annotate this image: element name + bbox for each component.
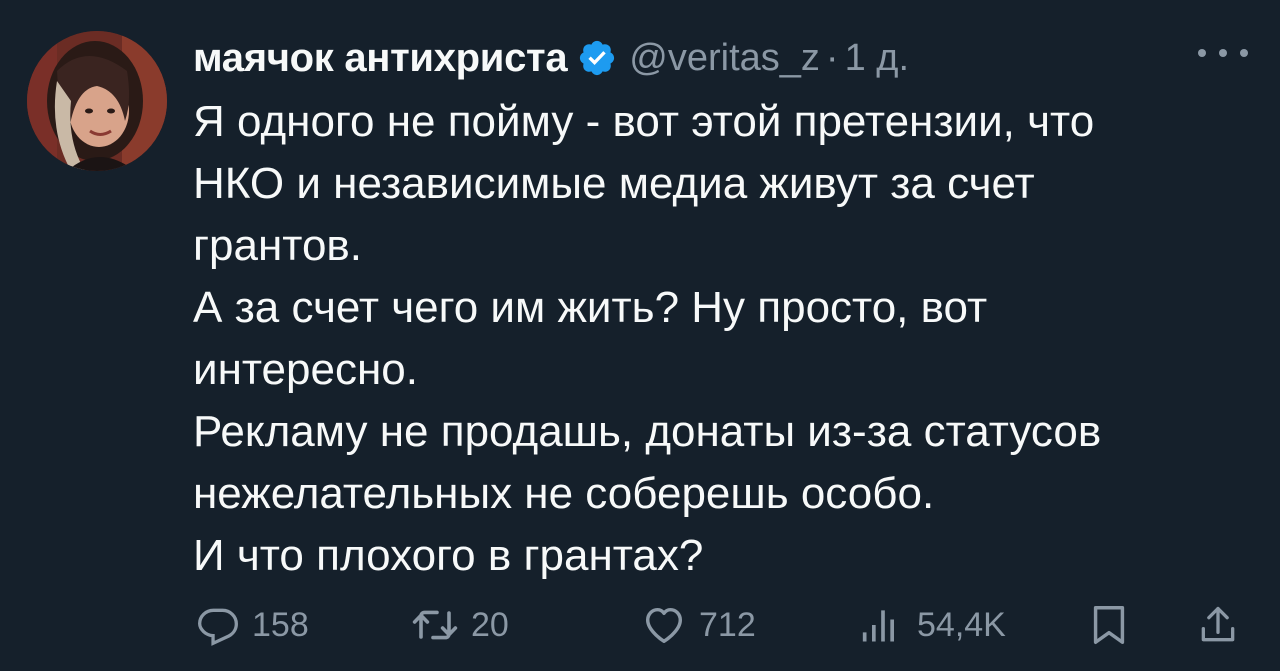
tweet-actions: 158 20 712 54,4K: [196, 600, 1256, 650]
tweet-text-line: Я одного не пойму - вот этой претензии, …: [193, 97, 1095, 146]
author-display-name[interactable]: маячок антихриста: [193, 36, 568, 81]
bookmark-button[interactable]: [1086, 600, 1132, 650]
tweet-text-line: Рекламу не продашь, донаты из-за статусо…: [193, 407, 1102, 456]
separator-dot: ·: [825, 36, 839, 79]
reply-count: 158: [252, 605, 309, 644]
tweet-text: Я одного не пойму - вот этой претензии, …: [193, 91, 1243, 587]
tweet-text-line: А за счет чего им жить? Ну просто, вот: [193, 283, 988, 332]
more-horizontal-icon[interactable]: [1198, 38, 1248, 68]
tweet-text-line: НКО и независимые медиа живут за счет: [193, 159, 1035, 208]
author-handle[interactable]: @veritas_z: [629, 37, 820, 80]
retweet-icon: [411, 601, 459, 649]
like-button[interactable]: 712: [641, 600, 756, 650]
more-dot: [1219, 49, 1227, 57]
retweet-button[interactable]: 20: [411, 600, 509, 650]
tweet-text-line: И что плохого в грантах?: [193, 531, 704, 580]
share-button[interactable]: [1196, 600, 1240, 650]
views-icon: [861, 603, 905, 647]
tweet-text-line: грантов.: [193, 221, 363, 270]
tweet-timestamp[interactable]: 1 д.: [845, 37, 909, 80]
tweet: маячок антихриста @veritas_z · 1 д. Я од…: [0, 0, 1280, 671]
retweet-count: 20: [471, 605, 509, 644]
tweet-text-line: интересно.: [193, 345, 418, 394]
views-count: 54,4K: [917, 605, 1006, 644]
more-dot: [1240, 49, 1248, 57]
avatar-image: [27, 31, 167, 171]
author-avatar[interactable]: [27, 31, 167, 171]
views-button[interactable]: 54,4K: [861, 600, 1006, 650]
like-icon: [641, 602, 687, 648]
tweet-header: маячок антихриста @veritas_z · 1 д.: [193, 30, 909, 86]
more-dot: [1198, 49, 1206, 57]
share-icon: [1196, 603, 1240, 647]
verified-badge-icon: [577, 38, 617, 78]
tweet-text-line: нежелательных не соберешь особо.: [193, 469, 935, 518]
reply-icon: [196, 603, 240, 647]
reply-button[interactable]: 158: [196, 600, 309, 650]
like-count: 712: [699, 605, 756, 644]
bookmark-icon: [1086, 602, 1132, 648]
